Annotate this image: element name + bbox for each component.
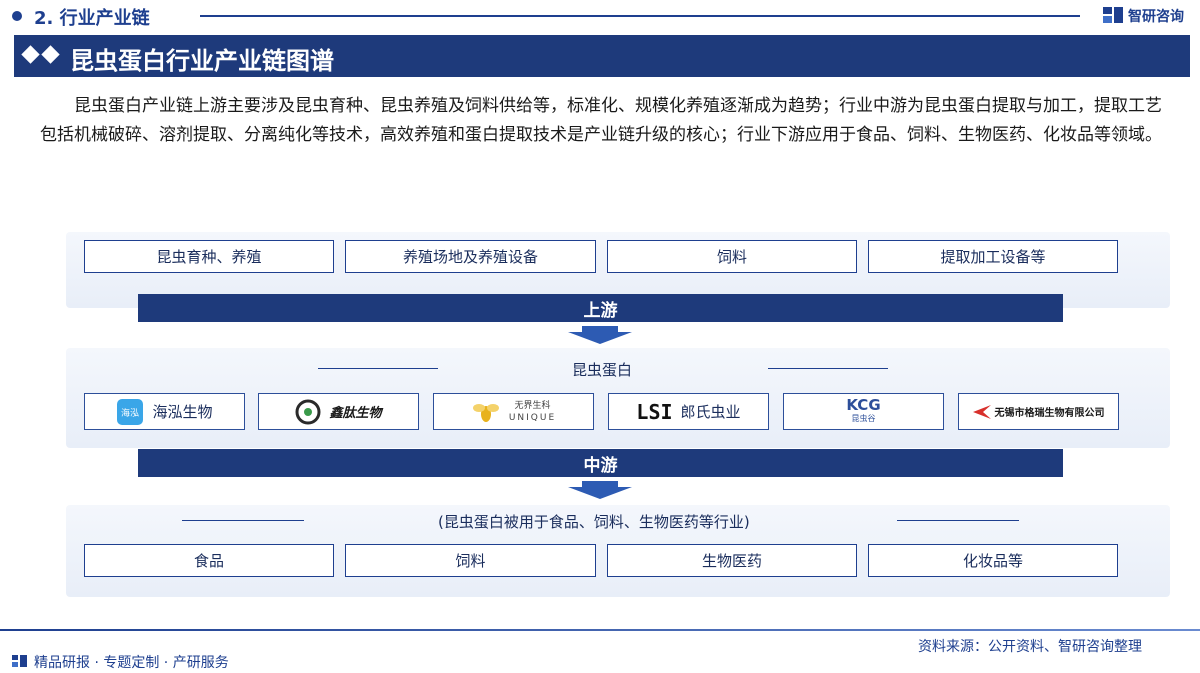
downstream-item: 化妆品等 <box>868 544 1118 577</box>
company-card: 鑫肽生物 <box>258 393 419 430</box>
company-card: KCG 昆虫谷 <box>783 393 944 430</box>
unique-bee-logo-icon <box>472 403 499 422</box>
downstream-caption: (昆虫蛋白被用于食品、饲料、生物医药等行业) <box>438 513 750 531</box>
caption-rule-left <box>318 368 438 369</box>
company-name: 鑫肽生物 <box>329 406 382 421</box>
company-card: 无界生科 UNIQUE <box>433 393 594 430</box>
midstream-caption: 昆虫蛋白 <box>572 361 633 379</box>
upstream-band: 上游 <box>138 294 1063 322</box>
caption-rule-right <box>768 368 888 369</box>
midstream-band: 中游 <box>138 449 1063 477</box>
xintai-logo-icon <box>295 399 321 424</box>
down-arrow-icon <box>568 326 632 344</box>
section-title: 2. 行业产业链 <box>34 8 150 29</box>
haihong-logo-icon: 海泓 <box>117 398 144 425</box>
caption-rule-left <box>182 520 304 521</box>
company-name: 郎氏虫业 <box>680 403 741 421</box>
upstream-label: 上游 <box>583 300 618 321</box>
bullet-icon <box>12 11 22 21</box>
intro-paragraph: 昆虫蛋白产业链上游主要涉及昆虫育种、昆虫养殖及饲料供给等，标准化、规模化养殖逐渐… <box>40 96 1162 145</box>
upstream-item: 养殖场地及养殖设备 <box>345 240 596 273</box>
kcg-logo-icon: KCG 昆虫谷 <box>846 395 881 423</box>
diamond-icon <box>41 45 60 64</box>
top-bar: 2. 行业产业链 智研咨询 <box>0 0 1200 32</box>
lsi-logo-icon: LSI <box>636 399 673 424</box>
midstream-label: 中游 <box>583 455 618 476</box>
source-note: 资料来源：公开资料、智研咨询整理 <box>918 639 1142 655</box>
company-name: 海泓生物 <box>152 403 213 421</box>
diamond-icon <box>21 45 40 64</box>
upstream-item: 昆虫育种、养殖 <box>84 240 334 273</box>
unique-logo-text: 无界生科 UNIQUE <box>508 400 557 423</box>
downstream-item: 食品 <box>84 544 334 577</box>
upstream-item: 提取加工设备等 <box>868 240 1118 273</box>
company-card: 海泓 海泓生物 <box>84 393 245 430</box>
downstream-item: 生物医药 <box>607 544 857 577</box>
company-card: 无锡市格瑞生物有限公司 <box>958 393 1119 430</box>
gerui-logo-icon <box>972 404 991 419</box>
company-name: 无锡市格瑞生物有限公司 <box>994 408 1105 419</box>
page-title: 昆虫蛋白行业产业链图谱 <box>70 47 334 75</box>
caption-rule-right <box>897 520 1019 521</box>
footer-tagline: 精品研报 · 专题定制 · 产研服务 <box>34 655 229 671</box>
company-card: LSI 郎氏虫业 <box>608 393 769 430</box>
upstream-item: 饲料 <box>607 240 857 273</box>
brand-small-icon <box>12 655 27 667</box>
brand-name: 智研咨询 <box>1128 9 1184 25</box>
svg-text:海泓: 海泓 <box>121 407 139 419</box>
down-arrow-icon <box>568 481 632 499</box>
footer-rule <box>0 629 1200 631</box>
downstream-item: 饲料 <box>345 544 596 577</box>
header-rule <box>200 15 1080 17</box>
brand-logo-icon <box>1103 7 1123 23</box>
title-banner: 昆虫蛋白行业产业链图谱 <box>14 35 1190 77</box>
